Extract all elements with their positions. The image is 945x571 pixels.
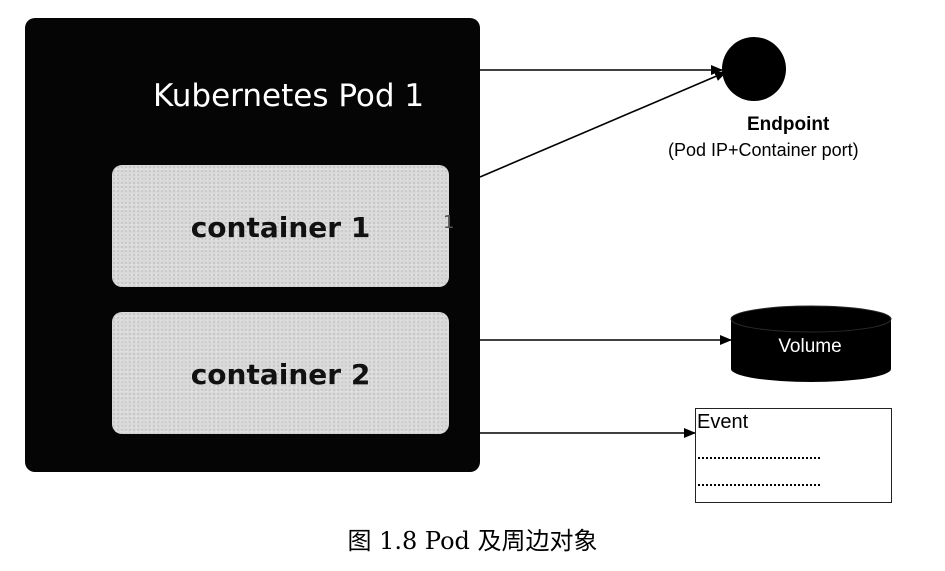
endpoint-label: Endpoint [747,114,830,135]
event-dotted-line [698,484,820,486]
event-box: Event [695,408,892,503]
event-dotted-line [698,457,820,459]
figure-caption: 图 1.8 Pod 及周边对象 [347,527,598,555]
arrow-pod-to-endpoint-diagonal [479,71,727,178]
endpoint-circle-icon [722,37,786,101]
volume-label: Volume [778,336,842,357]
endpoint-sublabel: (Pod IP+Container port) [668,140,859,160]
event-label: Event [697,411,749,433]
